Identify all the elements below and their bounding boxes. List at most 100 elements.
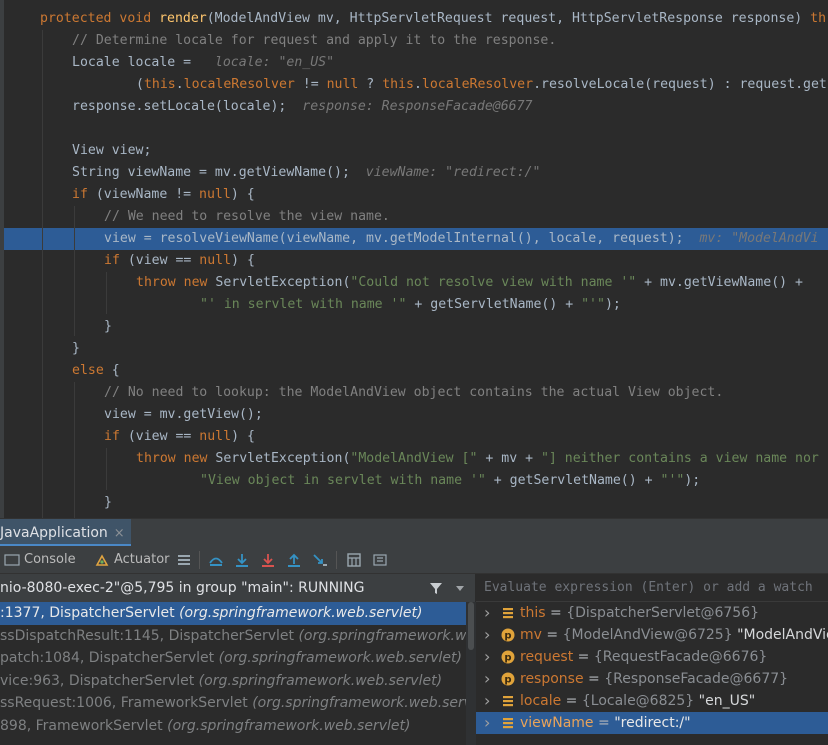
stack-frame[interactable]: ssRequest:1006, FrameworkServlet (org.sp… [0, 692, 466, 715]
tab-console[interactable]: Console [24, 546, 76, 574]
inline-value-hint: viewName: "redirect:/" [349, 165, 541, 180]
variable-row[interactable]: ›pmv = {ModelAndView@6725} "ModelAndView [476, 624, 828, 646]
code-token: response.setLocale(locale); [72, 99, 287, 114]
code-line: (this.localeResolver != null ? this.loca… [0, 74, 828, 96]
filter-icon[interactable] [429, 581, 443, 595]
stack-frame[interactable]: vice:963, DispatcherServlet (org.springf… [0, 670, 466, 693]
code-line: "' in servlet with name '" + getServletN… [0, 294, 828, 316]
inline-value-hint: response: ResponseFacade@6677 [286, 99, 533, 114]
code-token: != [294, 77, 327, 92]
variable-row[interactable]: › p response = {ResponseFacade@6677} [476, 668, 828, 690]
evaluate-expression-icon[interactable] [346, 552, 362, 568]
evaluate-expression-field[interactable]: Evaluate expression (Enter) or add a wat… [476, 574, 828, 602]
code-token: "'" [581, 297, 605, 312]
step-out-icon[interactable] [286, 552, 302, 568]
stack-frame[interactable]: 898, FrameworkServlet (org.springframewo… [0, 715, 466, 738]
thread-selector[interactable]: nio-8080-exec-2"@5,795 in group "main": … [0, 574, 476, 602]
code-line-text: String viewName = mv.getViewName(); view… [72, 162, 540, 184]
code-token: ); [604, 297, 621, 312]
code-line-text: else { [72, 360, 120, 382]
code-token: + mv + [477, 451, 541, 466]
parameter-icon: p [501, 650, 515, 664]
chevron-right-icon[interactable]: › [484, 668, 490, 690]
code-token: + getServletName() + [485, 473, 661, 488]
code-token: ); [684, 473, 701, 488]
code-line-text: view = mv.getView(); [104, 404, 263, 426]
variable-row[interactable]: › viewName = "redirect:/" [476, 712, 828, 734]
code-token: View view; [72, 143, 152, 158]
code-token: .resolveLocale(request) : request.get [533, 77, 827, 92]
code-line-text: throw new ServletException("ModelAndView… [136, 448, 819, 470]
code-token: (viewName != [87, 187, 200, 202]
stack-frame-method: vice:963, DispatcherServlet [0, 672, 199, 689]
code-line: if (view == null) { [0, 426, 828, 448]
code-token: localeResolver [421, 77, 534, 92]
variable-row[interactable]: › p request = {RequestFacade@6676} [476, 646, 828, 668]
debug-session-tab[interactable]: JavaApplication × [0, 519, 131, 547]
actuator-icon [95, 554, 109, 566]
inline-value-hint: locale: "en_US" [199, 55, 335, 70]
code-token: ServletException( [215, 451, 351, 466]
chevron-right-icon[interactable]: › [484, 602, 490, 624]
step-into-icon[interactable] [260, 552, 276, 568]
tab-actuator[interactable]: Actuator [114, 546, 170, 574]
code-line-text: View view; [72, 140, 151, 162]
code-line-text: // We need to resolve the view name. [104, 206, 390, 228]
code-token: "Could not resolve view with name '" [350, 275, 637, 290]
code-token: } [104, 319, 112, 334]
code-token: null [326, 77, 359, 92]
stack-frame[interactable]: patch:1084, DispatcherServlet (org.sprin… [0, 647, 466, 670]
code-token: null [199, 187, 231, 202]
parameter-icon: p [501, 672, 515, 686]
debugger-toolbar: Console Actuator [0, 546, 828, 574]
variable-object-ref: {ModelAndView@6725} [562, 627, 733, 643]
scrollbar-thumb[interactable] [468, 602, 474, 650]
debug-session-tab-label: JavaApplication [0, 525, 108, 541]
stack-frame-package: (org.springframework.we [298, 627, 466, 644]
variable-equals: = [545, 605, 567, 621]
show-execution-point-icon[interactable] [208, 552, 224, 568]
indent-guide [106, 448, 107, 490]
chevron-right-icon[interactable]: › [484, 712, 490, 734]
chevron-down-icon[interactable] [455, 585, 465, 593]
code-token: ServletException( [215, 275, 351, 290]
variable-name-text: response [520, 671, 584, 687]
variable-name: mv = {ModelAndView@6725} "ModelAndView [520, 624, 828, 646]
code-line: } [0, 338, 828, 360]
code-editor[interactable]: protected void render(ModelAndView mv, H… [0, 0, 828, 518]
indent-guide [74, 206, 75, 336]
code-token: { [103, 363, 120, 378]
svg-text:p: p [504, 675, 511, 686]
variable-row[interactable]: › locale = {Locale@6825} "en_US" [476, 690, 828, 712]
variable-row[interactable]: › this = {DispatcherServlet@6756} [476, 602, 828, 624]
code-token: . [413, 77, 422, 92]
frames-list-icon[interactable] [176, 552, 192, 568]
more-icon[interactable] [372, 552, 388, 568]
code-token: th [810, 11, 827, 26]
code-line-text: (this.localeResolver != null ? this.loca… [136, 74, 827, 96]
frames-scrollbar[interactable] [466, 602, 476, 745]
code-line: View view; [0, 140, 828, 162]
variable-name-text: request [520, 649, 574, 665]
code-token: view = mv.getView(); [104, 407, 263, 422]
evaluate-placeholder: Evaluate expression (Enter) or add a wat… [484, 580, 813, 595]
code-line-text: } [72, 338, 80, 360]
code-line-text: "View object in servlet with name '" + g… [200, 470, 700, 492]
chevron-right-icon[interactable]: › [484, 624, 490, 646]
chevron-right-icon[interactable]: › [484, 646, 490, 668]
stack-frame-method: ssDispatchResult:1145, DispatcherServlet [0, 627, 299, 644]
code-token: String viewName = mv.getViewName(); [72, 165, 350, 180]
variable-name: viewName = "redirect:/" [520, 712, 691, 734]
stack-frame[interactable]: ssDispatchResult:1145, DispatcherServlet… [0, 625, 466, 648]
chevron-right-icon[interactable]: › [484, 690, 490, 712]
indent-guide [106, 272, 107, 314]
code-token: this [143, 77, 176, 92]
code-token: (view == [119, 429, 200, 444]
step-over-icon[interactable] [234, 552, 250, 568]
close-icon[interactable]: × [114, 526, 125, 541]
variable-equals: = [573, 649, 594, 665]
run-to-cursor-icon[interactable] [312, 552, 328, 568]
code-token: (view == [119, 253, 200, 268]
code-token: + getServletName() + [406, 297, 582, 312]
stack-frame[interactable]: :1377, DispatcherServlet (org.springfram… [0, 602, 466, 625]
